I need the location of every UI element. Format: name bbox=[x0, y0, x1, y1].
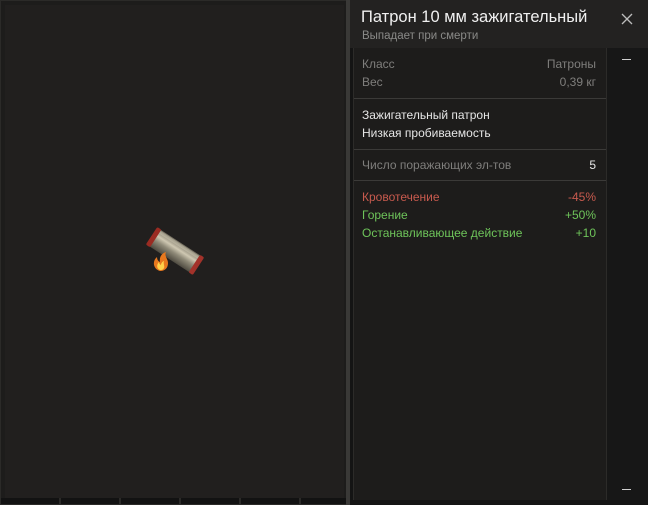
item-header: Патрон 10 мм зажигательный Выпадает при … bbox=[350, 0, 648, 48]
damage-elements-value: 5 bbox=[589, 158, 596, 172]
info-label: Класс bbox=[362, 57, 395, 71]
info-value: Патроны bbox=[546, 57, 596, 71]
item-details: Класс Патроны Вес 0,39 кг Зажигательный … bbox=[353, 48, 607, 500]
close-icon[interactable] bbox=[620, 12, 634, 26]
effect-value: -45% bbox=[567, 190, 596, 204]
info-label: Вес bbox=[362, 75, 383, 89]
incendiary-bullet-icon bbox=[146, 227, 204, 275]
info-section: Класс Патроны Вес 0,39 кг bbox=[354, 48, 606, 99]
item-preview-panel bbox=[0, 0, 350, 505]
item-subtitle: Выпадает при смерти bbox=[362, 30, 479, 42]
effect-value: +50% bbox=[564, 208, 596, 222]
preview-bottom-strip bbox=[1, 498, 350, 504]
description-line: Зажигательный патрон bbox=[362, 108, 490, 122]
scroll-up-minus-icon[interactable] bbox=[622, 59, 631, 60]
scroll-down-minus-icon[interactable] bbox=[622, 489, 631, 490]
description-section: Зажигательный патрон Низкая пробиваемост… bbox=[354, 99, 606, 150]
effect-label: Кровотечение bbox=[362, 190, 440, 204]
item-info-panel: Патрон 10 мм зажигательный Выпадает при … bbox=[350, 0, 648, 505]
effect-value: +10 bbox=[575, 226, 596, 240]
damage-elements-label: Число поражающих эл-тов bbox=[362, 158, 512, 172]
item-title: Патрон 10 мм зажигательный bbox=[361, 8, 588, 26]
effects-section: Кровотечение -45% Горение +50% Останавли… bbox=[354, 181, 606, 251]
effect-label: Останавливающее действие bbox=[362, 226, 523, 240]
damage-elements-section: Число поражающих эл-тов 5 bbox=[354, 150, 606, 181]
scrollbar[interactable] bbox=[607, 48, 648, 500]
info-value: 0,39 кг bbox=[559, 75, 596, 89]
effect-label: Горение bbox=[362, 208, 408, 222]
description-line: Низкая пробиваемость bbox=[362, 126, 491, 140]
